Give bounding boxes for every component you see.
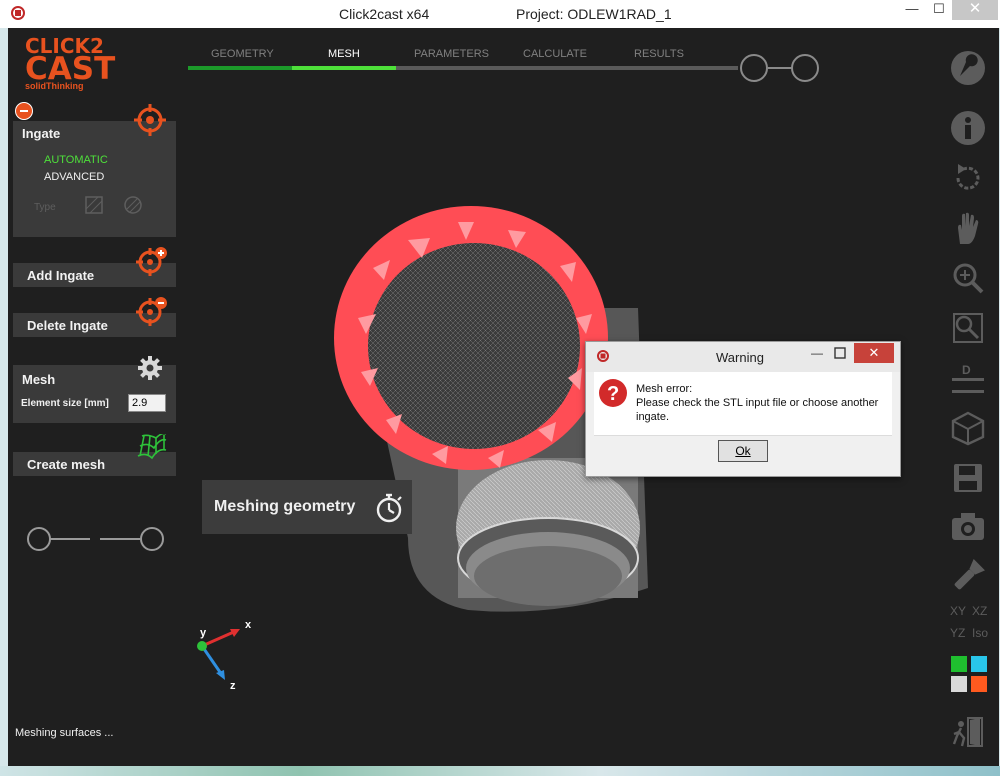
delete-ingate-icon[interactable] [136, 296, 168, 328]
window-titlebar: Click2cast x64 Project: ODLEW1RAD_1 — ☐ … [0, 0, 1000, 28]
minimize-button[interactable]: — [897, 0, 927, 20]
ingate-type-label: Type [34, 202, 56, 213]
view-yz-button[interactable]: YZ [950, 626, 965, 640]
color-gray-swatch[interactable] [951, 676, 967, 692]
project-name: Project: ODLEW1RAD_1 [516, 6, 672, 22]
ingate-option-automatic[interactable]: AUTOMATIC [44, 154, 108, 166]
delete-ingate-label: Delete Ingate [27, 318, 108, 333]
dimension-icon[interactable]: D [950, 360, 986, 396]
add-ingate-label: Add Ingate [27, 268, 95, 283]
create-mesh-icon[interactable] [136, 434, 168, 462]
tab-parameters[interactable]: PARAMETERS [414, 48, 489, 60]
dialog-body: ? Mesh error: Please check the STL input… [594, 372, 892, 436]
view-xy-button[interactable]: XY [950, 604, 966, 618]
element-size-label: Element size [mm] [21, 398, 109, 409]
collapse-panel-button[interactable] [15, 102, 33, 120]
maximize-button[interactable]: ☐ [927, 0, 951, 20]
workflow-progress-mesh [292, 66, 396, 70]
element-size-input[interactable] [128, 394, 166, 412]
ingate-target-icon[interactable] [134, 104, 166, 136]
workflow-step-circle[interactable] [740, 54, 768, 82]
status-message: Meshing surfaces ... [15, 727, 114, 739]
camera-icon[interactable] [950, 508, 986, 544]
zoom-window-icon[interactable] [950, 310, 986, 346]
tab-mesh[interactable]: MESH [328, 48, 360, 60]
exit-door-icon[interactable] [950, 714, 986, 750]
axes-triad: x y z [188, 613, 268, 693]
wrench-icon[interactable] [950, 50, 986, 86]
color-orange-swatch[interactable] [971, 676, 987, 692]
warning-dialog: Warning — ✕ ? Mesh error: Please check t… [585, 341, 901, 477]
mesh-settings-gear-icon[interactable] [136, 354, 164, 382]
view-iso-button[interactable]: Iso [972, 626, 988, 640]
color-green-swatch[interactable] [951, 656, 967, 672]
flashlight-icon[interactable] [950, 558, 986, 594]
app-icon [11, 6, 25, 20]
workflow-step-circle[interactable] [791, 54, 819, 82]
view-xz-button[interactable]: XZ [972, 604, 987, 618]
dialog-message-line1: Mesh error: [636, 383, 693, 395]
ingate-title: Ingate [22, 126, 61, 141]
axis-z-label: z [230, 680, 236, 692]
dialog-app-icon [597, 350, 609, 362]
model-viewport[interactable] [208, 158, 648, 628]
save-icon[interactable] [950, 460, 986, 496]
desktop-strip [0, 766, 1000, 776]
rotate-icon[interactable] [950, 160, 986, 196]
svg-text:D: D [962, 363, 971, 377]
ingate-type-circle-icon[interactable] [124, 196, 142, 214]
ingate-option-advanced[interactable]: ADVANCED [44, 171, 104, 183]
tab-results[interactable]: RESULTS [634, 48, 684, 60]
stopwatch-icon [376, 493, 402, 523]
info-icon[interactable] [950, 110, 986, 146]
zoom-icon[interactable] [950, 260, 986, 296]
axis-x-label: x [245, 619, 252, 631]
dialog-title: Warning [716, 350, 764, 365]
dialog-maximize-button[interactable] [830, 346, 850, 362]
window-title: Click2cast x64 [339, 6, 430, 22]
close-button[interactable]: ✕ [952, 0, 998, 20]
pan-hand-icon[interactable] [950, 210, 986, 246]
ok-button[interactable]: Ok [718, 440, 768, 462]
logo-line2: CAST [25, 51, 116, 87]
cube-view-icon[interactable] [950, 410, 986, 446]
workflow-step-connector [768, 67, 792, 69]
dialog-minimize-button[interactable]: — [807, 346, 827, 362]
dialog-message-line2: Please check the STL input file or choos… [636, 397, 879, 423]
color-cyan-swatch[interactable] [971, 656, 987, 672]
axes-triad-icon [197, 629, 240, 680]
click2cast-logo: CLICK2 CAST solidThinking [25, 36, 115, 91]
ingate-type-square-icon[interactable] [85, 196, 103, 214]
dialog-close-button[interactable]: ✕ [854, 343, 894, 363]
meshing-progress-overlay: Meshing geometry [202, 480, 412, 534]
dialog-message: Mesh error: Please check the STL input f… [636, 382, 890, 424]
add-ingate-icon[interactable] [136, 246, 168, 278]
question-icon: ? [599, 379, 627, 407]
view-toolbar: D XY XZ YZ Iso [938, 42, 998, 762]
meshing-overlay-label: Meshing geometry [214, 498, 356, 515]
axis-y-label: y [200, 627, 207, 639]
create-mesh-label: Create mesh [27, 457, 106, 472]
tab-calculate[interactable]: CALCULATE [523, 48, 587, 60]
mesh-title: Mesh [22, 372, 56, 387]
tab-geometry[interactable]: GEOMETRY [211, 48, 274, 60]
workflow-progress-geometry [188, 66, 292, 70]
svg-text:?: ? [607, 383, 619, 405]
mesh-slider[interactable] [26, 526, 166, 552]
